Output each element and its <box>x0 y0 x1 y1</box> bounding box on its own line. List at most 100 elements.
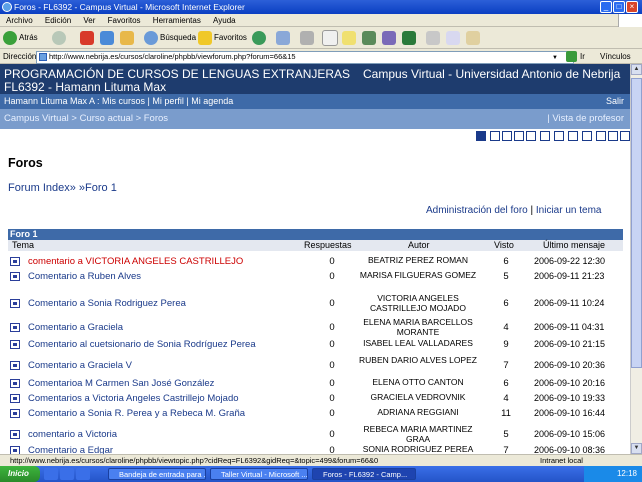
works-icon[interactable] <box>596 131 606 141</box>
stop-button[interactable] <box>80 30 96 46</box>
maximize-button[interactable]: □ <box>613 1 625 13</box>
home-button[interactable] <box>120 30 136 46</box>
topic-link[interactable]: Comentario a Edgar <box>28 445 113 454</box>
topic-link[interactable]: Comentario a Ruben Alves <box>28 271 141 282</box>
groups-icon[interactable] <box>554 131 564 141</box>
task-foros[interactable]: Foros - FL6392 - Camp... <box>312 468 416 480</box>
vertical-scrollbar[interactable]: ▲ ▼ <box>630 64 642 454</box>
search-icon <box>144 30 158 45</box>
teacher-view-link[interactable]: | Vista de profesor <box>547 109 624 129</box>
topic-icon[interactable] <box>10 379 20 388</box>
menu-ver[interactable]: Ver <box>83 16 95 25</box>
menu-ayuda[interactable]: Ayuda <box>213 16 236 25</box>
topic-icon[interactable] <box>10 323 20 332</box>
print-button[interactable] <box>300 30 316 46</box>
scroll-down-icon[interactable]: ▼ <box>631 443 642 454</box>
breadcrumb-links[interactable]: Campus Virtual > Curso actual > Foros <box>4 113 168 124</box>
search-button[interactable]: Búsqueda <box>144 30 196 46</box>
mail-icon <box>276 30 290 45</box>
favorites-button[interactable]: Favoritos <box>198 30 247 46</box>
quicklaunch-word-icon[interactable] <box>60 468 74 480</box>
stats-icon[interactable] <box>608 131 618 141</box>
new-topic-link[interactable]: Iniciar un tema <box>536 205 602 216</box>
start-button[interactable]: Inicio <box>0 466 40 482</box>
close-button[interactable]: × <box>626 1 638 13</box>
topic-author: ADRIANA REGGIANI <box>377 407 459 417</box>
menu-favoritos[interactable]: Favoritos <box>108 16 141 25</box>
exercises-icon[interactable] <box>514 131 524 141</box>
quicklaunch-ie-icon[interactable] <box>44 468 58 480</box>
topic-last-post: 2006-09-11 04:31 <box>534 322 605 332</box>
user-links[interactable]: Hamann Lituma Max A : Mis cursos | Mi pe… <box>4 96 233 106</box>
quicklaunch-desktop-icon[interactable] <box>76 468 90 480</box>
menu-edicion[interactable]: Edición <box>45 16 71 25</box>
cut-button[interactable] <box>426 30 442 46</box>
minimize-button[interactable]: _ <box>600 1 612 13</box>
announcements-icon[interactable] <box>526 131 536 141</box>
logout-link[interactable]: Salir <box>606 94 624 109</box>
home-icon[interactable] <box>476 131 486 141</box>
topic-icon[interactable] <box>10 361 20 370</box>
forum-icon[interactable] <box>540 131 550 141</box>
topic-icon[interactable] <box>10 257 20 266</box>
windows-logo-icon <box>618 14 642 27</box>
forward-button[interactable] <box>52 30 68 46</box>
topic-link[interactable]: Comentario a Graciela V <box>28 360 132 371</box>
edit-icon <box>322 30 338 46</box>
chat-icon[interactable] <box>582 131 592 141</box>
topic-link[interactable]: Comentario a Sonia Rodriguez Perea <box>28 298 186 309</box>
topic-icon[interactable] <box>10 272 20 281</box>
messenger-button[interactable] <box>362 30 378 46</box>
topic-last-post: 2006-09-10 20:16 <box>534 378 606 388</box>
research-button[interactable] <box>382 30 398 46</box>
topic-last-post: 2006-09-10 15:06 <box>534 429 606 439</box>
mail-button[interactable] <box>276 30 292 46</box>
copy-button[interactable] <box>446 30 462 46</box>
topic-icon[interactable] <box>10 340 20 349</box>
discuss-button[interactable] <box>342 30 358 46</box>
task-taller-virtual[interactable]: Taller Virtual - Microsoft ... <box>210 468 308 480</box>
settings-icon[interactable] <box>620 131 630 141</box>
agenda-icon[interactable] <box>490 131 500 141</box>
topic-link[interactable]: comentario a VICTORIA ANGELES CASTRILLEJ… <box>28 256 243 267</box>
topic-link[interactable]: Comentario a Graciela <box>28 322 123 333</box>
discuss-icon <box>342 30 356 45</box>
breadcrumb: Campus Virtual > Curso actual > Foros | … <box>0 109 630 129</box>
documents-icon[interactable] <box>502 131 512 141</box>
topic-icon[interactable] <box>10 430 20 439</box>
history-button[interactable] <box>252 30 268 46</box>
back-button[interactable]: Atrás <box>3 30 38 46</box>
topic-icon[interactable] <box>10 394 20 403</box>
topic-views: 6 <box>503 256 509 267</box>
topic-replies: 0 <box>329 429 335 440</box>
edit-button[interactable] <box>322 30 340 46</box>
paste-button[interactable] <box>466 30 482 46</box>
home-icon <box>120 30 134 45</box>
font-color-button[interactable] <box>402 30 418 46</box>
topic-replies: 0 <box>329 445 335 454</box>
address-input[interactable]: http://www.nebrija.es/cursos/claroline/p… <box>36 51 574 64</box>
topic-icon[interactable] <box>10 409 20 418</box>
topic-link[interactable]: comentario a Victoria <box>28 429 117 440</box>
go-button[interactable]: Ir <box>580 49 585 64</box>
topic-icon[interactable] <box>10 446 20 454</box>
topic-link[interactable]: Comentario a Sonia R. Perea y a Rebeca M… <box>28 408 245 419</box>
topic-link[interactable]: Comentarioa M Carmen San José González <box>28 378 214 389</box>
menu-archivo[interactable]: Archivo <box>6 16 33 25</box>
go-arrow-icon[interactable] <box>566 51 577 62</box>
topic-link[interactable]: Comentarios a Victoria Angeles Castrille… <box>28 393 239 404</box>
scroll-up-icon[interactable]: ▲ <box>631 64 642 75</box>
refresh-button[interactable] <box>100 30 116 46</box>
topic-replies: 0 <box>329 256 335 267</box>
forum-breadcrumb[interactable]: Forum Index» »Foro 1 <box>8 182 117 194</box>
menu-herramientas[interactable]: Herramientas <box>153 16 201 25</box>
forum-admin-link[interactable]: Administración del foro <box>426 205 528 216</box>
program-title: PROGRAMACIÓN DE CURSOS DE LENGUAS EXTRAN… <box>4 67 351 81</box>
table-row: Comentario a Graciela 0 ELENA MARIA BARCEL… <box>8 317 623 337</box>
topic-link[interactable]: Comentario al cuetsionario de Sonia Rodr… <box>28 339 256 350</box>
topic-icon[interactable] <box>10 299 20 308</box>
users-icon[interactable] <box>568 131 578 141</box>
task-inbox[interactable]: Bandeja de entrada para ... <box>108 468 206 480</box>
scroll-thumb[interactable] <box>631 78 642 368</box>
links-label[interactable]: Vínculos <box>600 49 631 64</box>
